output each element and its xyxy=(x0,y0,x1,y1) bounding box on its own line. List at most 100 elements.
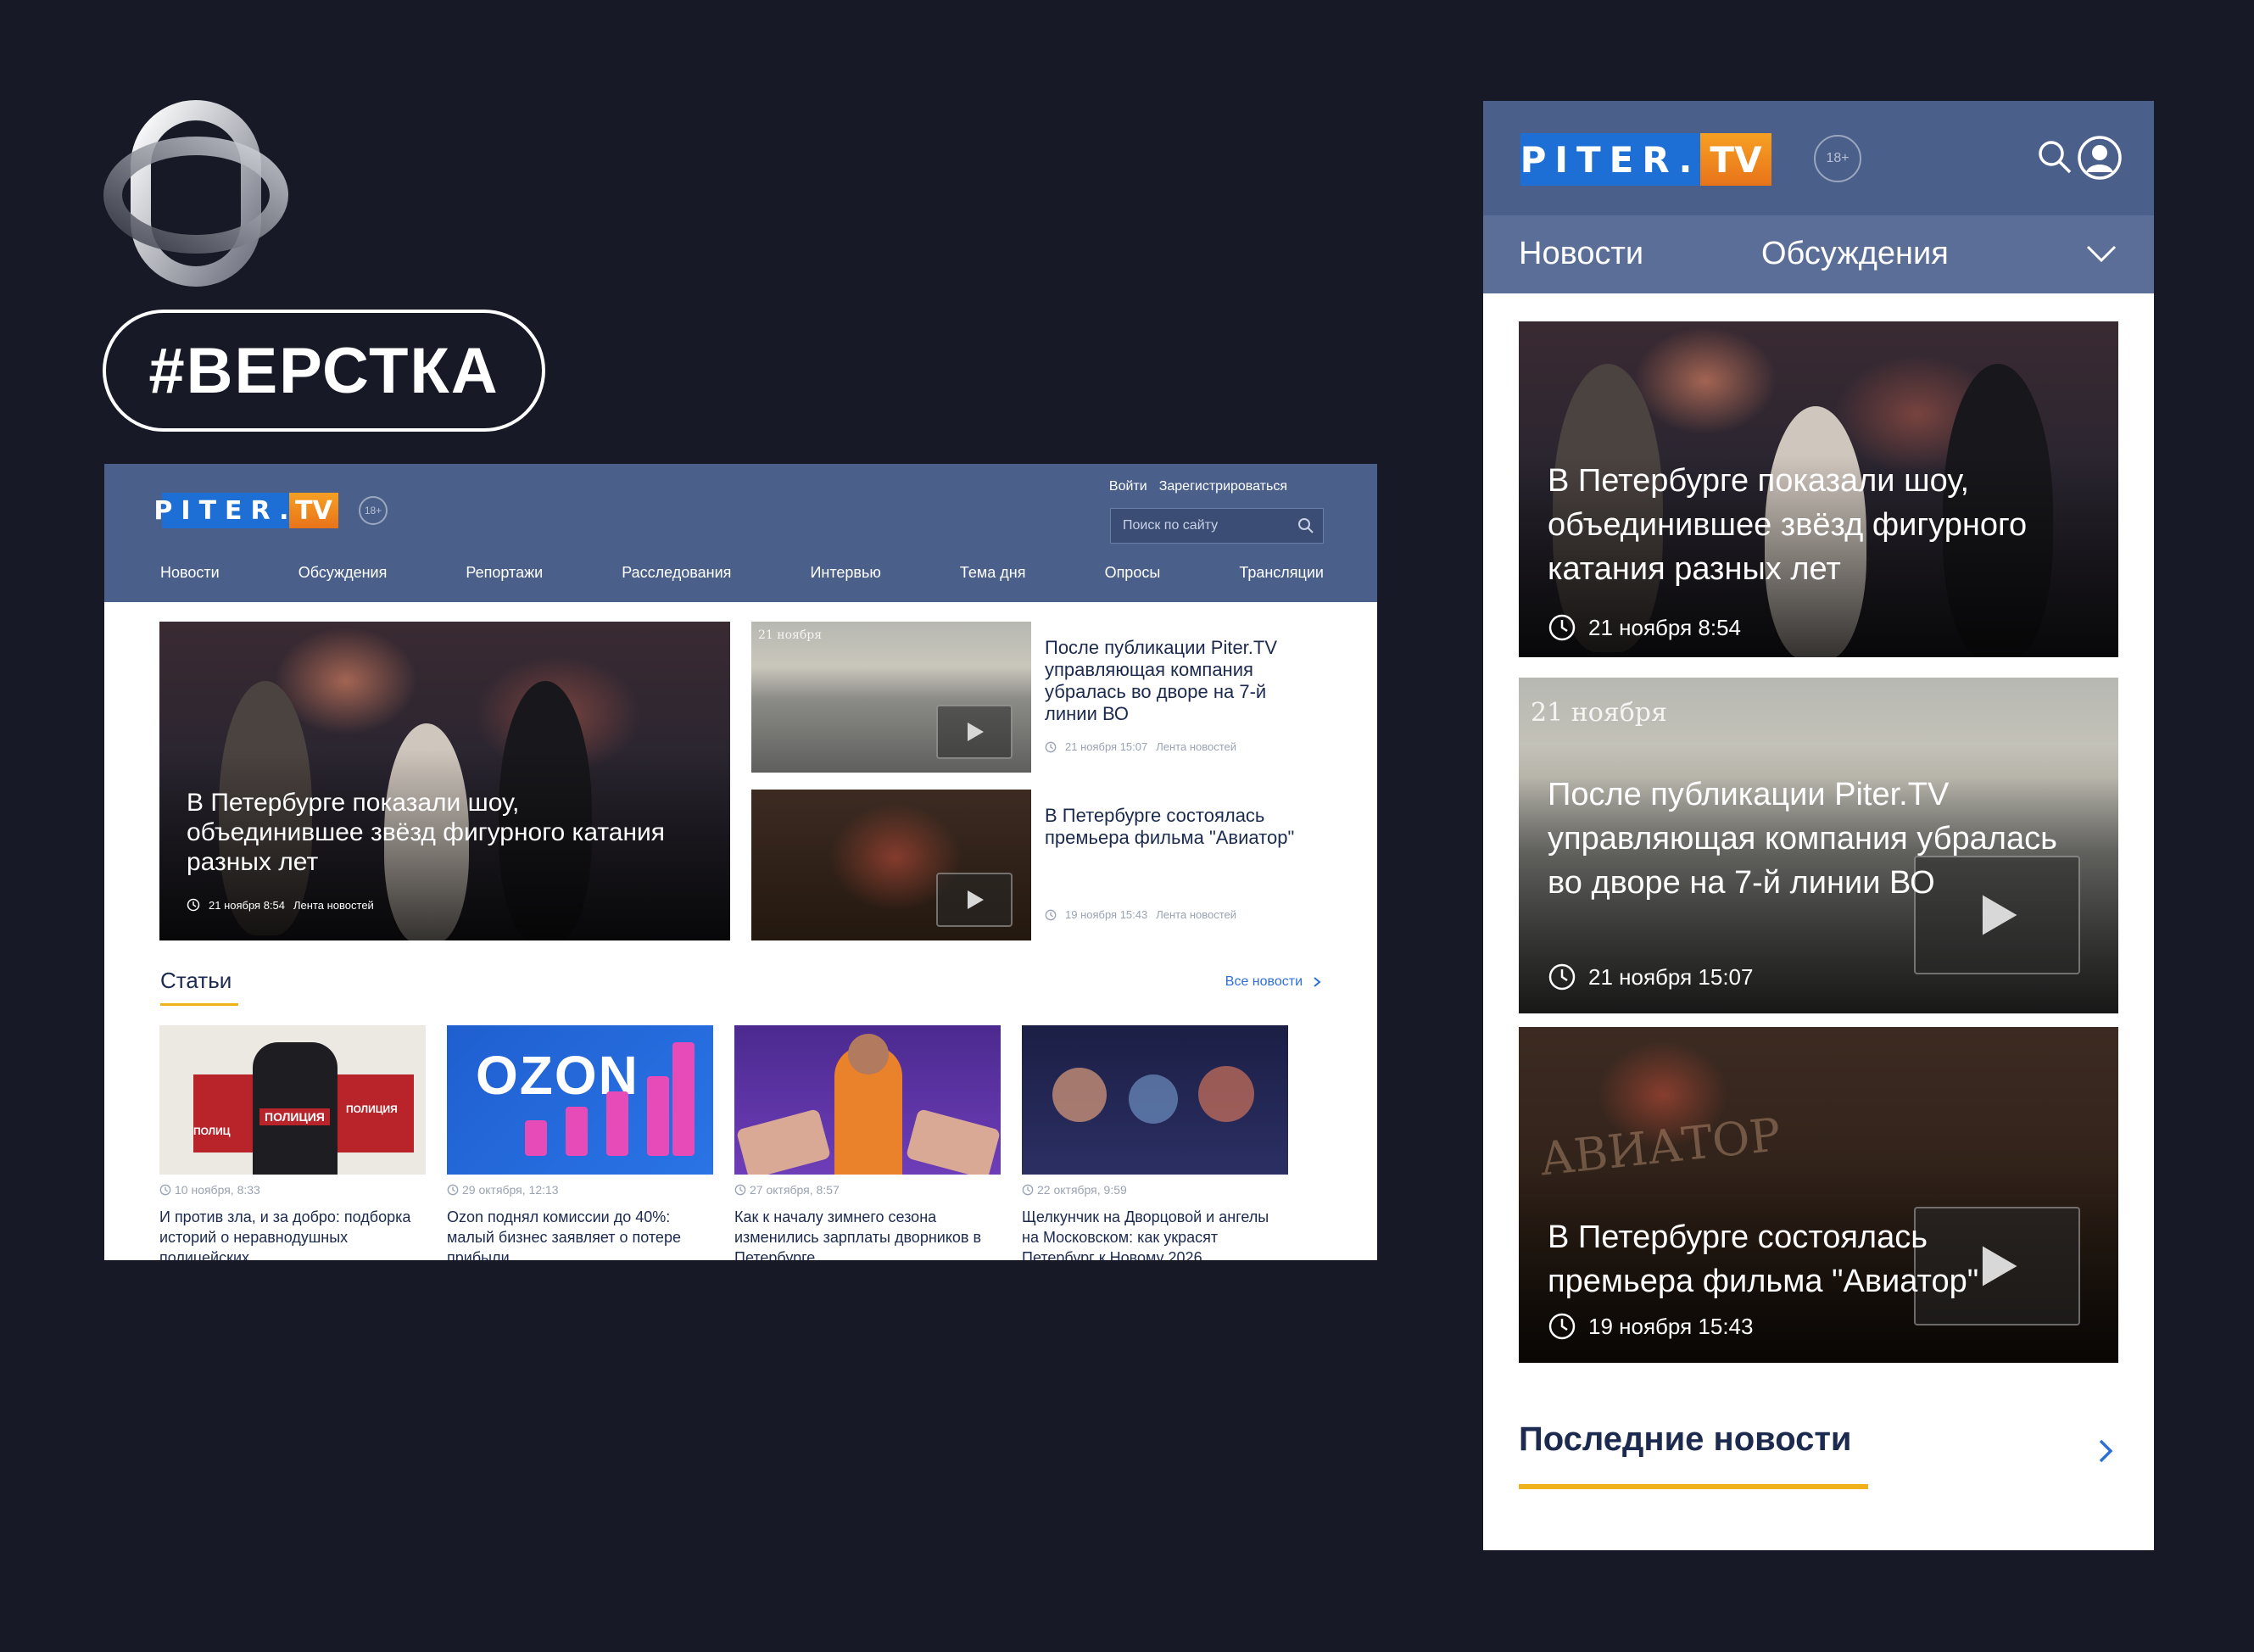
mobile-news-card[interactable]: АВИАТОР В Петербурге состоялась премьера… xyxy=(1519,1027,2118,1363)
side-news-thumb xyxy=(751,790,1031,940)
article-thumb xyxy=(734,1025,1001,1175)
article-card[interactable]: OZON 29 октября, 12:13 Ozon поднял комис… xyxy=(447,1025,713,1260)
age-rating-badge: 18+ xyxy=(359,496,388,525)
logo-tv: TV xyxy=(1700,133,1771,186)
mobile-card-title[interactable]: В Петербурге показали шоу, объединившее … xyxy=(1548,459,2067,591)
logo-piter: PITER. xyxy=(153,493,289,528)
nav-item-news[interactable]: Новости xyxy=(160,564,220,582)
studio-logo-icon xyxy=(103,100,288,287)
main-nav: Новости Обсуждения Репортажи Расследован… xyxy=(160,564,1324,582)
clock-icon xyxy=(734,1184,746,1196)
article-thumb: OZON xyxy=(447,1025,713,1175)
side-news-time: 21 ноября 15:07 xyxy=(1065,740,1148,753)
article-meta: 29 октября, 12:13 xyxy=(447,1183,713,1197)
hero-category[interactable]: Лента новостей xyxy=(293,899,374,912)
site-header: PITER. TV 18+ Войти Зарегистрироваться П… xyxy=(104,464,1377,602)
mobile-tabs: Новости Обсуждения xyxy=(1483,215,2154,293)
side-news-thumb: 21 ноября xyxy=(751,622,1031,773)
mobile-card-meta: 21 ноября 15:07 xyxy=(1548,963,1753,991)
clock-icon xyxy=(1548,963,1576,991)
article-title[interactable]: Щелкунчик на Дворцовой и ангелы на Моско… xyxy=(1022,1207,1288,1260)
chevron-right-icon xyxy=(1314,977,1321,987)
nav-item-discussions[interactable]: Обсуждения xyxy=(298,564,388,582)
article-meta: 10 ноября, 8:33 xyxy=(159,1183,426,1197)
login-link[interactable]: Войти xyxy=(1109,479,1147,494)
register-link[interactable]: Зарегистрироваться xyxy=(1159,479,1287,494)
nav-item-interviews[interactable]: Интервью xyxy=(810,564,880,582)
clock-icon xyxy=(1045,741,1057,752)
mobile-mockup: PITER. TV 18+ Новости Обсуждения В Петер… xyxy=(1483,101,2154,1550)
police-badge: ПОЛИЦИЯ xyxy=(259,1108,330,1125)
clock-icon xyxy=(1548,614,1576,641)
article-card[interactable]: 27 октября, 8:57 Как к началу зимнего се… xyxy=(734,1025,1001,1260)
hero-time: 21 ноября 8:54 xyxy=(209,898,286,912)
nav-item-topic-of-day[interactable]: Тема дня xyxy=(960,564,1026,582)
clock-icon xyxy=(1022,1184,1034,1196)
article-thumb xyxy=(1022,1025,1288,1175)
chevron-right-icon[interactable] xyxy=(2097,1437,2114,1465)
search-input[interactable]: Поиск по сайту xyxy=(1110,508,1324,544)
article-date: 22 октября, 9:59 xyxy=(1037,1183,1127,1197)
article-date: 10 ноября, 8:33 xyxy=(175,1183,260,1197)
clock-icon xyxy=(1548,1313,1576,1340)
photo-date-stamp: 21 ноября xyxy=(1531,698,1667,728)
hero-news-card[interactable]: В Петербурге показали шоу, объединившее … xyxy=(159,622,730,940)
side-news-item[interactable]: 21 ноября После публикации Piter.TV упра… xyxy=(751,622,1326,773)
search-icon[interactable] xyxy=(1297,517,1314,534)
mobile-card-time: 19 ноября 15:43 xyxy=(1588,1313,1754,1339)
nav-item-broadcasts[interactable]: Трансляции xyxy=(1239,564,1324,582)
desktop-mockup: PITER. TV 18+ Войти Зарегистрироваться П… xyxy=(104,464,1377,1260)
site-logo[interactable]: PITER. TV xyxy=(1520,133,1771,186)
mobile-news-card[interactable]: 21 ноября После публикации Piter.TV упра… xyxy=(1519,678,2118,1013)
heading-underline xyxy=(1519,1484,1868,1489)
article-title[interactable]: И против зла, и за добро: подборка истор… xyxy=(159,1207,426,1260)
articles-heading: Статьи xyxy=(160,968,239,1006)
all-news-label: Все новости xyxy=(1225,974,1303,989)
play-button[interactable] xyxy=(936,873,1013,927)
side-news-title[interactable]: После публикации Piter.TV управляющая ко… xyxy=(1045,637,1308,725)
article-thumb: ПОЛИЦИЯ ПОЛИЦИЯ ПОЛИЦ xyxy=(159,1025,426,1175)
all-news-link[interactable]: Все новости xyxy=(1225,974,1321,990)
mobile-card-title[interactable]: После публикации Piter.TV управляющая ко… xyxy=(1548,773,2067,905)
side-news-meta: 21 ноября 15:07 Лента новостей xyxy=(1045,740,1236,753)
side-news-item[interactable]: В Петербурге состоялась премьера фильма … xyxy=(751,790,1326,940)
tab-discussions[interactable]: Обсуждения xyxy=(1761,236,1949,272)
chevron-down-icon[interactable] xyxy=(2085,244,2117,265)
tab-news[interactable]: Новости xyxy=(1519,236,1643,272)
mobile-news-card[interactable]: В Петербурге показали шоу, объединившее … xyxy=(1519,321,2118,657)
play-button[interactable] xyxy=(936,705,1013,759)
mobile-card-title[interactable]: В Петербурге состоялась премьера фильма … xyxy=(1548,1215,2067,1303)
play-icon xyxy=(968,890,984,909)
article-card[interactable]: ПОЛИЦИЯ ПОЛИЦИЯ ПОЛИЦ 10 ноября, 8:33 И … xyxy=(159,1025,426,1260)
mobile-header: PITER. TV 18+ xyxy=(1483,101,2154,215)
logo-piter: PITER. xyxy=(1520,133,1700,186)
side-news-category[interactable]: Лента новостей xyxy=(1156,740,1236,753)
hero-title[interactable]: В Петербурге показали шоу, объединившее … xyxy=(187,788,696,877)
nav-item-polls[interactable]: Опросы xyxy=(1105,564,1161,582)
clock-icon xyxy=(1045,909,1057,920)
hero-meta: 21 ноября 8:54 Лента новостей xyxy=(187,898,374,912)
age-rating-badge: 18+ xyxy=(1814,135,1861,182)
side-news-category[interactable]: Лента новостей xyxy=(1156,908,1236,921)
article-title[interactable]: Как к началу зимнего сезона изменились з… xyxy=(734,1207,1001,1260)
tag-pill: #ВЕРСТКА xyxy=(103,310,545,432)
nav-item-reports[interactable]: Репортажи xyxy=(466,564,543,582)
latest-news-heading: Последние новости xyxy=(1519,1420,1852,1458)
photo-date-stamp: 21 ноября xyxy=(758,628,823,642)
article-meta: 27 октября, 8:57 xyxy=(734,1183,1001,1197)
nav-item-investigations[interactable]: Расследования xyxy=(622,564,731,582)
side-news-meta: 19 ноября 15:43 Лента новостей xyxy=(1045,908,1236,921)
side-news-time: 19 ноября 15:43 xyxy=(1065,908,1148,921)
clock-icon xyxy=(187,898,200,912)
side-news-title[interactable]: В Петербурге состоялась премьера фильма … xyxy=(1045,805,1308,849)
user-icon[interactable] xyxy=(2077,135,2123,181)
article-title[interactable]: Ozon поднял комиссии до 40%: малый бизне… xyxy=(447,1207,713,1260)
mobile-card-time: 21 ноября 8:54 xyxy=(1588,614,1742,640)
article-card[interactable]: 22 октября, 9:59 Щелкунчик на Дворцовой … xyxy=(1022,1025,1288,1260)
article-meta: 22 октября, 9:59 xyxy=(1022,1183,1288,1197)
site-logo[interactable]: PITER. TV xyxy=(153,493,338,528)
search-icon[interactable] xyxy=(2036,138,2073,176)
play-icon xyxy=(968,723,984,741)
auth-links: Войти Зарегистрироваться xyxy=(1109,479,1287,494)
search-placeholder: Поиск по сайту xyxy=(1123,518,1219,533)
